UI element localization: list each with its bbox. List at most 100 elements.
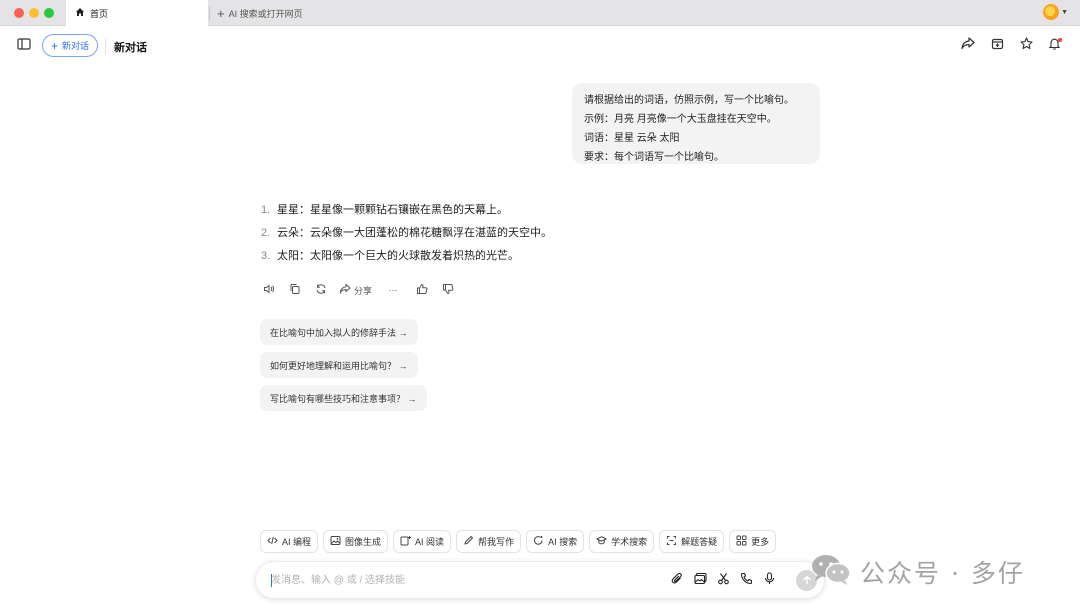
chevron-down-icon: ▼ [1061,8,1068,16]
thumbs-down-icon [442,283,454,297]
chat-header: + 新对话 新对话 [0,26,1080,66]
read-icon [400,535,412,548]
suggestion-chip[interactable]: 写比喻句有哪些技巧和注意事项？ → [260,385,427,411]
profile-menu[interactable]: ▼ [1043,4,1068,20]
grid-icon [736,535,747,548]
header-divider [105,38,106,54]
skill-more[interactable]: 更多 [729,530,777,553]
new-chat-label: 新对话 [62,41,90,51]
app-window: 首页 + AI 搜索或打开网页 ▼ + 新对话 新对话 请根据给出的词语，仿照示… [0,0,1080,614]
regenerate-button[interactable] [313,282,329,298]
list-text: 太阳：太阳像一个巨大的火球散发着炽热的光芒。 [277,250,519,262]
favorite-button[interactable] [1016,36,1036,56]
tab-home[interactable]: 首页 [66,0,208,26]
more-options-button[interactable]: ··· [386,282,400,298]
share-icon [961,37,975,55]
message-input[interactable] [271,572,651,589]
skill-label: AI 阅读 [415,537,445,547]
skill-ai-coding[interactable]: AI 编程 [260,530,319,553]
notification-badge [1058,38,1062,42]
voice-call-button[interactable] [738,572,754,590]
avatar [1043,4,1060,20]
plus-icon: + [217,5,225,21]
text-cursor [271,574,272,587]
read-aloud-button[interactable] [261,282,277,298]
microphone-icon [763,572,776,590]
add-to-box-icon [991,37,1004,55]
share-label: 分享 [354,285,373,296]
skill-label: 学术搜索 [611,537,648,547]
home-icon [75,7,85,19]
user-message-line: 请根据给出的词语，仿照示例，写一个比喻句。 [584,95,794,106]
list-number: 3. [261,250,271,262]
suggestion-chip[interactable]: 如何更好地理解和运用比喻句？ → [260,352,418,378]
close-window-button[interactable] [14,8,24,18]
tab-new-search[interactable]: + AI 搜索或打开网页 [217,0,303,26]
user-message-line: 示例：月亮 月亮像一个大玉盘挂在天空中。 [584,114,777,125]
assistant-answer: 1. 星星：星星像一颗颗钻石镶嵌在黑色的天幕上。 2. 云朵：云朵像一大团蓬松的棉花… [261,199,552,268]
search-icon [533,535,544,548]
phone-icon [740,572,753,590]
user-message-line: 词语：星星 云朵 太阳 [584,133,680,144]
suggestion-chip[interactable]: 在比喻句中加入拟人的修辞手法 → [260,319,418,345]
solve-icon [666,535,677,548]
thumbs-up-icon [416,283,428,297]
share-icon [339,283,351,297]
skill-label: 帮我写作 [478,537,515,547]
paperclip-icon [671,572,684,590]
screenshot-button[interactable] [715,573,731,589]
skill-problem-solving[interactable]: 解题答疑 [659,530,725,553]
tab-label: 首页 [90,8,109,19]
copy-button[interactable] [287,282,303,298]
plus-icon: + [51,38,59,53]
save-button[interactable] [987,36,1007,56]
pen-icon [463,535,474,548]
more-icon: ··· [388,285,398,295]
image-icon [330,535,341,548]
watermark: 公众号 · 多仔 [810,552,1025,591]
skill-bar: AI 编程 图像生成 AI 阅读 帮我写作 AI 搜索 学术搜索 解题答疑 更多 [260,530,777,553]
watermark-text: 公众号 · 多仔 [860,558,1025,588]
minimize-window-button[interactable] [29,8,39,18]
like-button[interactable] [414,282,430,298]
refresh-icon [315,283,327,297]
notifications-button[interactable] [1044,36,1064,56]
skill-writing[interactable]: 帮我写作 [456,530,522,553]
scissors-icon [717,572,730,590]
upload-image-button[interactable] [692,572,708,589]
skill-label: AI 编程 [282,537,312,547]
list-number: 1. [261,204,271,216]
list-number: 2. [261,227,271,239]
maximize-window-button[interactable] [44,8,54,18]
browser-tab-bar: 首页 + AI 搜索或打开网页 ▼ [0,0,1080,26]
attach-button[interactable] [669,572,685,590]
list-text: 星星：星星像一颗颗钻石镶嵌在黑色的天幕上。 [277,204,508,216]
message-composer [255,561,825,599]
dislike-button[interactable] [440,282,456,298]
user-message-line: 要求：每个词语写一个比喻句。 [584,152,724,163]
message-actions: 分享 ··· [261,282,456,298]
skill-ai-reading[interactable]: AI 阅读 [393,530,452,553]
skill-academic-search[interactable]: 学术搜索 [589,530,655,553]
tab-divider [209,6,210,20]
skill-label: 解题答疑 [681,537,718,547]
share-answer-button[interactable]: 分享 [339,282,372,298]
new-chat-button[interactable]: + 新对话 [42,34,99,57]
page-title: 新对话 [114,42,147,54]
list-item: 3. 太阳：太阳像一个巨大的火球散发着炽热的光芒。 [261,245,552,268]
speaker-icon [263,283,275,297]
sidebar-toggle-button[interactable] [14,36,34,56]
list-item: 1. 星星：星星像一颗颗钻石镶嵌在黑色的天幕上。 [261,199,552,222]
tab-label: AI 搜索或打开网页 [228,8,303,19]
list-text: 云朵：云朵像一大团蓬松的棉花糖飘浮在湛蓝的天空中。 [277,227,552,239]
share-button[interactable] [958,36,978,56]
copy-icon [289,283,301,297]
code-icon [267,535,278,548]
star-icon [1019,37,1033,55]
list-item: 2. 云朵：云朵像一大团蓬松的棉花糖飘浮在湛蓝的天空中。 [261,222,552,245]
skill-ai-search[interactable]: AI 搜索 [526,530,585,553]
voice-input-button[interactable] [761,572,777,590]
skill-image-generation[interactable]: 图像生成 [323,530,389,553]
wechat-icon [810,552,852,591]
skill-label: AI 搜索 [548,537,578,547]
